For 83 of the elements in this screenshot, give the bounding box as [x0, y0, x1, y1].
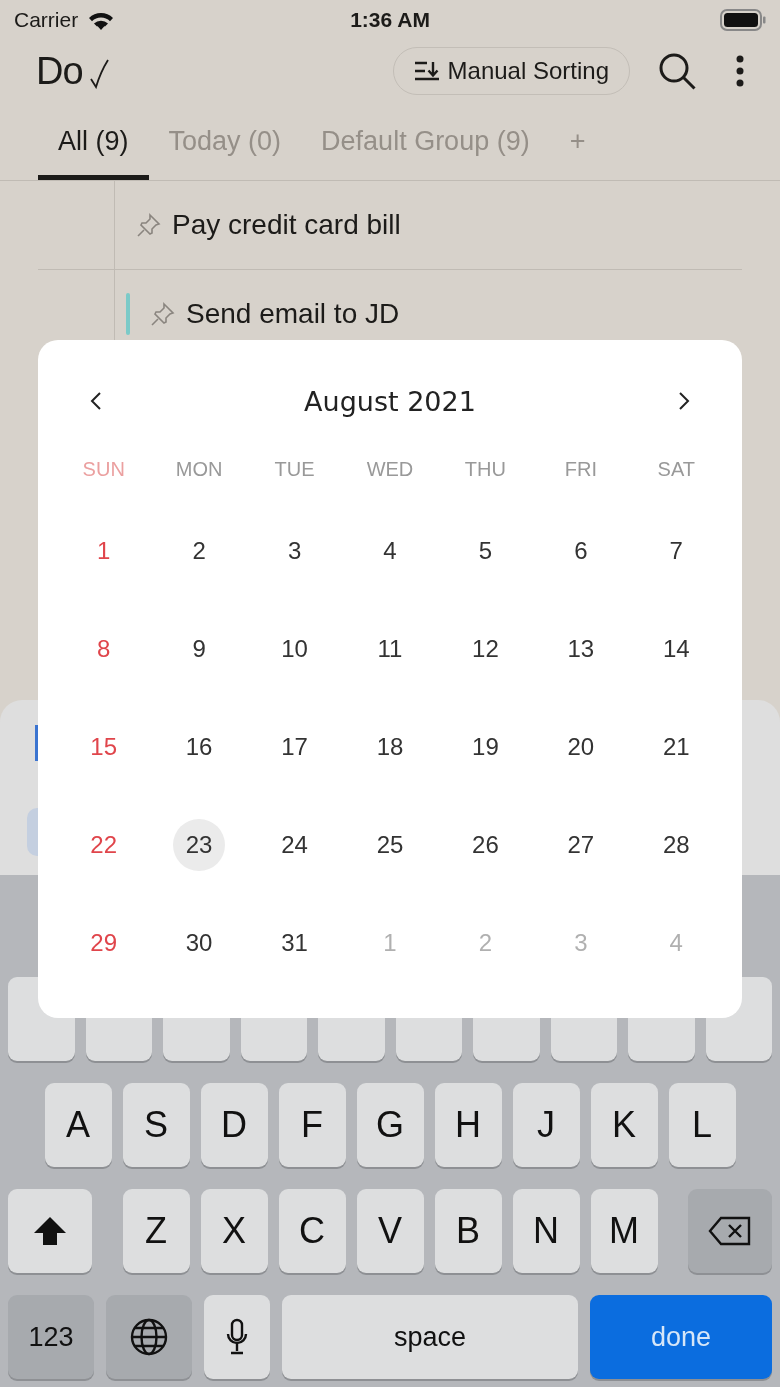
- chevron-right-icon: [678, 391, 690, 411]
- clock-time: 1:36 AM: [350, 8, 430, 32]
- day-cell[interactable]: 11: [364, 623, 416, 675]
- day-cell[interactable]: 13: [554, 623, 607, 675]
- day-cell[interactable]: 3: [268, 525, 321, 577]
- search-icon[interactable]: [658, 52, 696, 90]
- weekday-label: SUN: [81, 459, 126, 479]
- checkmark-icon: [88, 59, 109, 89]
- day-cell[interactable]: 31: [268, 917, 321, 969]
- day-cell[interactable]: 24: [268, 819, 321, 871]
- microphone-icon: [226, 1318, 248, 1356]
- weekday-label: WED: [365, 459, 415, 479]
- day-cell[interactable]: 14: [650, 623, 703, 675]
- month-title: August 2021: [304, 385, 476, 417]
- shift-key[interactable]: [8, 1189, 92, 1273]
- key[interactable]: L: [668, 1083, 736, 1167]
- backspace-icon: [708, 1216, 752, 1246]
- globe-key[interactable]: [106, 1295, 192, 1379]
- pin-icon: [150, 301, 176, 327]
- key[interactable]: G: [356, 1083, 424, 1167]
- chevron-left-icon: [90, 391, 102, 411]
- weekday-label: SAT: [656, 459, 696, 479]
- key[interactable]: N: [512, 1189, 580, 1273]
- day-cell[interactable]: 12: [459, 623, 512, 675]
- task-title[interactable]: Pay credit card bill: [172, 209, 401, 241]
- day-cell[interactable]: 19: [459, 721, 512, 773]
- key[interactable]: H: [434, 1083, 502, 1167]
- key[interactable]: B: [434, 1189, 502, 1273]
- day-cell[interactable]: 16: [173, 721, 226, 773]
- day-cell[interactable]: 18: [364, 721, 416, 773]
- tab[interactable]: All (9): [38, 102, 149, 180]
- key[interactable]: J: [512, 1083, 580, 1167]
- day-cell[interactable]: 6: [554, 525, 607, 577]
- day-cell[interactable]: 17: [268, 721, 321, 773]
- globe-icon: [130, 1318, 168, 1356]
- day-cell[interactable]: 10: [268, 623, 321, 675]
- backspace-key[interactable]: [688, 1189, 772, 1273]
- done-key[interactable]: done: [590, 1295, 772, 1379]
- day-cell[interactable]: 23: [173, 819, 226, 871]
- day-cell[interactable]: 20: [554, 721, 607, 773]
- battery-icon: [720, 9, 766, 31]
- day-cell[interactable]: 1: [77, 525, 130, 577]
- day-cell[interactable]: 4: [364, 525, 416, 577]
- key[interactable]: Z: [122, 1189, 190, 1273]
- key[interactable]: M: [590, 1189, 658, 1273]
- sort-button[interactable]: Manual Sorting: [392, 47, 630, 95]
- numbers-key[interactable]: 123: [8, 1295, 94, 1379]
- more-icon[interactable]: [736, 55, 744, 87]
- key[interactable]: A: [44, 1083, 112, 1167]
- sort-icon: [413, 60, 440, 82]
- day-cell[interactable]: 30: [173, 917, 226, 969]
- shift-icon: [33, 1216, 67, 1246]
- key[interactable]: C: [278, 1189, 346, 1273]
- day-cell[interactable]: 27: [554, 819, 607, 871]
- day-cell[interactable]: 28: [650, 819, 703, 871]
- day-cell[interactable]: 21: [650, 721, 703, 773]
- pin-icon: [136, 212, 162, 238]
- day-cell[interactable]: 9: [173, 623, 226, 675]
- day-cell[interactable]: 22: [77, 819, 130, 871]
- day-cell[interactable]: 7: [650, 525, 703, 577]
- carrier-name: Carrier: [14, 8, 79, 32]
- weekday-label: FRI: [563, 459, 598, 479]
- day-cell[interactable]: 25: [364, 819, 416, 871]
- key[interactable]: V: [356, 1189, 424, 1273]
- key[interactable]: K: [590, 1083, 658, 1167]
- dictation-key[interactable]: [204, 1295, 270, 1379]
- weekday-label: TUE: [273, 459, 316, 479]
- day-cell[interactable]: 5: [459, 525, 512, 577]
- key[interactable]: D: [200, 1083, 268, 1167]
- key[interactable]: S: [122, 1083, 190, 1167]
- weekday-label: THU: [463, 459, 507, 479]
- key[interactable]: X: [200, 1189, 268, 1273]
- weekday-label: MON: [174, 459, 224, 479]
- day-cell[interactable]: 8: [77, 623, 130, 675]
- day-cell[interactable]: 2: [173, 525, 226, 577]
- key[interactable]: F: [278, 1083, 346, 1167]
- space-key[interactable]: space: [282, 1295, 578, 1379]
- day-cell[interactable]: 29: [77, 917, 130, 969]
- app-logo: Do: [36, 49, 83, 93]
- text-cursor: [35, 725, 38, 761]
- task-title[interactable]: Send email to JD: [186, 298, 400, 330]
- day-cell[interactable]: 26: [459, 819, 512, 871]
- day-cell[interactable]: 15: [77, 721, 130, 773]
